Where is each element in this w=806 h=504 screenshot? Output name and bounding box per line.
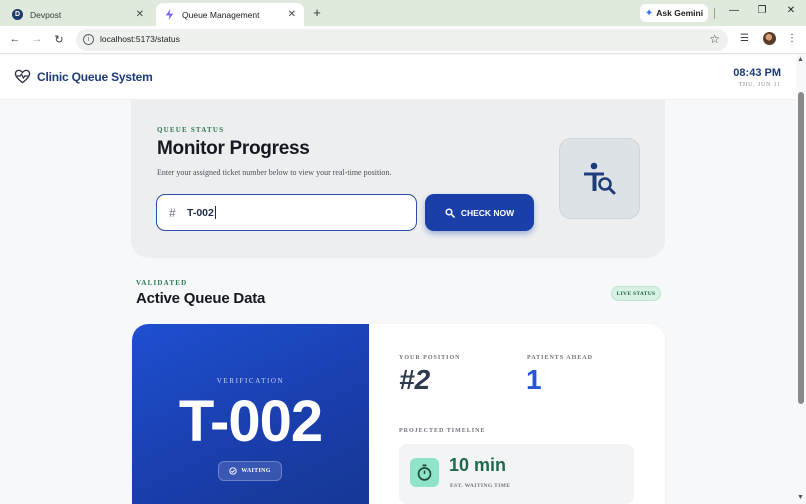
wait-time-box: 10 min EST. WAITING TIME [399,444,634,504]
reload-icon[interactable]: ↻ [52,33,66,46]
status-badge: WAITING [218,461,282,481]
text-caret [215,206,216,219]
position-label: YOUR POSITION [399,355,461,361]
brand-name[interactable]: Clinic Queue System [37,70,153,84]
scrollbar-thumb[interactable] [798,92,804,404]
browser-menu-icon[interactable]: ⋮ [787,33,797,44]
reading-list-icon[interactable]: ☰ [740,33,749,44]
ticket-number-input[interactable] [187,204,407,222]
status-eyebrow: QUEUE STATUS [157,126,225,134]
patients-ahead-label: PATIENTS AHEAD [527,355,593,361]
queue-data-card: VERIFICATION T-002 WAITING YOUR POSITION… [132,324,665,504]
gemini-sparkle-icon: ✦ [644,7,654,19]
status-text: WAITING [241,468,271,474]
app-header: Clinic Queue System 08:43 PM THU, JUN 11 [0,55,796,100]
validated-eyebrow: VALIDATED [136,279,188,287]
close-tab-icon[interactable]: ✕ [136,9,144,20]
tab-title: Devpost [30,9,62,20]
tab-devpost[interactable]: D Devpost ✕ [4,3,152,26]
check-now-button[interactable]: CHECK NOW [425,194,534,231]
patients-ahead-value: 1 [526,364,542,395]
back-arrow-icon[interactable]: ← [8,33,22,45]
site-info-icon[interactable]: i [83,34,94,45]
devpost-favicon-icon: D [12,9,23,20]
timer-tile [410,458,439,487]
scroll-up-arrow-icon[interactable]: ▲ [797,56,804,63]
wait-time-value: 10 min [449,455,507,475]
app-favicon-icon [164,9,175,20]
page-title: Monitor Progress [157,138,310,159]
close-tab-icon[interactable]: ✕ [288,9,296,20]
toolbar-divider [714,8,715,19]
address-bar[interactable]: i localhost:5173/status ☆ [76,29,728,51]
person-search-tile [559,138,640,219]
browser-toolbar: ← → ↻ i localhost:5173/status ☆ ☰ [0,26,806,54]
clock: 08:43 PM THU, JUN 11 [733,67,781,88]
browser-tab-bar: D Devpost ✕ Queue Management ✕ + ✦ Ask G… [0,0,806,26]
tab-queue-management[interactable]: Queue Management ✕ [156,3,304,26]
person-search-icon [584,162,616,195]
clock-date: THU, JUN 11 [738,82,781,88]
clock-time: 08:43 PM [733,67,781,79]
queue-status-card: QUEUE STATUS Monitor Progress Enter your… [131,100,665,258]
timeline-label: PROJECTED TIMELINE [399,428,486,434]
ask-gemini-label: Ask Gemini [656,8,704,18]
heart-pulse-icon [14,69,31,84]
ticket-panel: VERIFICATION T-002 WAITING [132,324,369,504]
status-description: Enter your assigned ticket number below … [157,168,392,177]
live-status-badge: LIVE STATUS [611,286,661,301]
close-window-icon[interactable]: ✕ [784,5,798,16]
hash-icon: # [169,206,176,220]
check-circle-icon [229,467,237,475]
ticket-input-field[interactable]: # [156,194,417,231]
forward-arrow-icon[interactable]: → [30,33,44,45]
bookmark-star-icon[interactable]: ☆ [709,32,720,46]
new-tab-icon[interactable]: + [309,5,325,20]
stopwatch-icon [417,464,432,481]
search-icon [445,207,455,218]
ticket-number: T-002 [178,389,323,454]
check-now-label: CHECK NOW [460,207,515,218]
scroll-down-arrow-icon[interactable]: ▼ [797,494,804,501]
position-value: #2 [399,364,431,395]
tab-title: Queue Management [182,9,260,20]
restore-icon[interactable]: ❐ [755,5,769,16]
wait-time-label: EST. WAITING TIME [450,483,511,489]
url-text[interactable]: localhost:5173/status [100,34,180,44]
section-title: Active Queue Data [136,290,266,307]
minimize-icon[interactable]: — [727,5,741,16]
ask-gemini-button[interactable]: ✦ Ask Gemini [640,4,708,22]
verification-label: VERIFICATION [216,377,285,385]
profile-avatar[interactable] [763,32,776,45]
